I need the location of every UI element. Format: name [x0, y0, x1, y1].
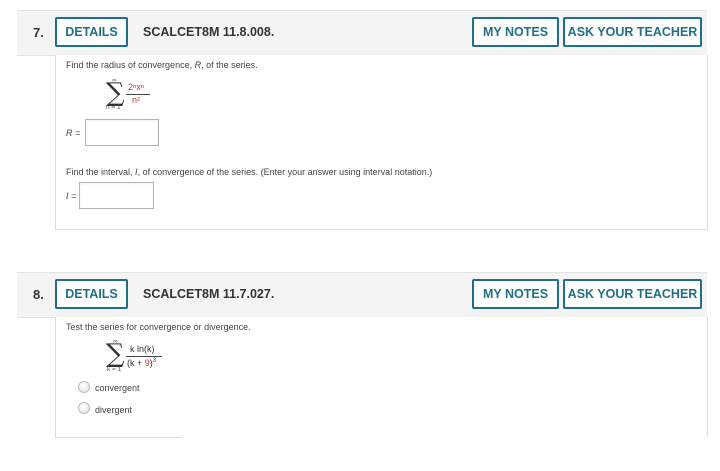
ask-teacher-button-q8[interactable]: ASK YOUR TEACHER: [563, 279, 702, 309]
details-button-q7[interactable]: DETAILS: [55, 17, 128, 47]
radio-convergent[interactable]: [78, 381, 90, 393]
radius-input[interactable]: [85, 119, 159, 146]
radius-prompt-text-2: , of the series.: [201, 60, 258, 70]
series-denominator-q7: n²: [132, 95, 141, 105]
details-button-q8[interactable]: DETAILS: [55, 279, 128, 309]
my-notes-button-q8[interactable]: MY NOTES: [472, 279, 559, 309]
option-convergent-label[interactable]: convergent: [95, 383, 140, 393]
question-8-code: SCALCET8M 11.7.027.: [143, 287, 275, 301]
denominator-exponent: 3: [152, 358, 157, 364]
my-notes-button-q7[interactable]: MY NOTES: [472, 17, 559, 47]
radius-prompt: Find the radius of convergence, R, of th…: [66, 60, 258, 70]
convergence-prompt: Test the series for convergence or diver…: [66, 322, 251, 332]
interval-prompt: Find the interval, I, of convergence of …: [66, 167, 432, 177]
question-7-code: SCALCET8M 11.8.008.: [143, 25, 275, 39]
interval-input[interactable]: [79, 182, 154, 209]
series-lower-limit-q8: k = 1: [107, 366, 122, 373]
question-8-body: [55, 317, 708, 438]
series-lower-limit-q7: n = 1: [106, 104, 121, 111]
sigma-icon-q7: ∑: [106, 78, 125, 108]
question-7-number: 7.: [33, 25, 44, 40]
radio-divergent[interactable]: [78, 402, 90, 414]
interval-prompt-text-1: Find the interval,: [66, 167, 136, 177]
series-numerator-q7: 2ⁿxⁿ: [128, 82, 145, 92]
fraction-bar-q8: [126, 356, 162, 357]
interval-prompt-text-2: , of convergence of the series. (Enter y…: [137, 167, 433, 177]
i-label: I =: [66, 191, 77, 201]
r-label: R =: [66, 128, 81, 138]
option-divergent-label[interactable]: divergent: [95, 405, 132, 415]
question-8-number: 8.: [33, 287, 44, 302]
ask-teacher-button-q7[interactable]: ASK YOUR TEACHER: [563, 17, 702, 47]
radius-prompt-text-1: Find the radius of convergence,: [66, 60, 195, 70]
series-numerator-q8: k ln(k): [130, 344, 155, 354]
series-denominator-q8: (k + 9)3: [127, 358, 156, 368]
denominator-part-1: (k +: [127, 358, 145, 368]
sigma-icon-q8: ∑: [106, 339, 125, 369]
panel-border-gap: [182, 436, 712, 442]
